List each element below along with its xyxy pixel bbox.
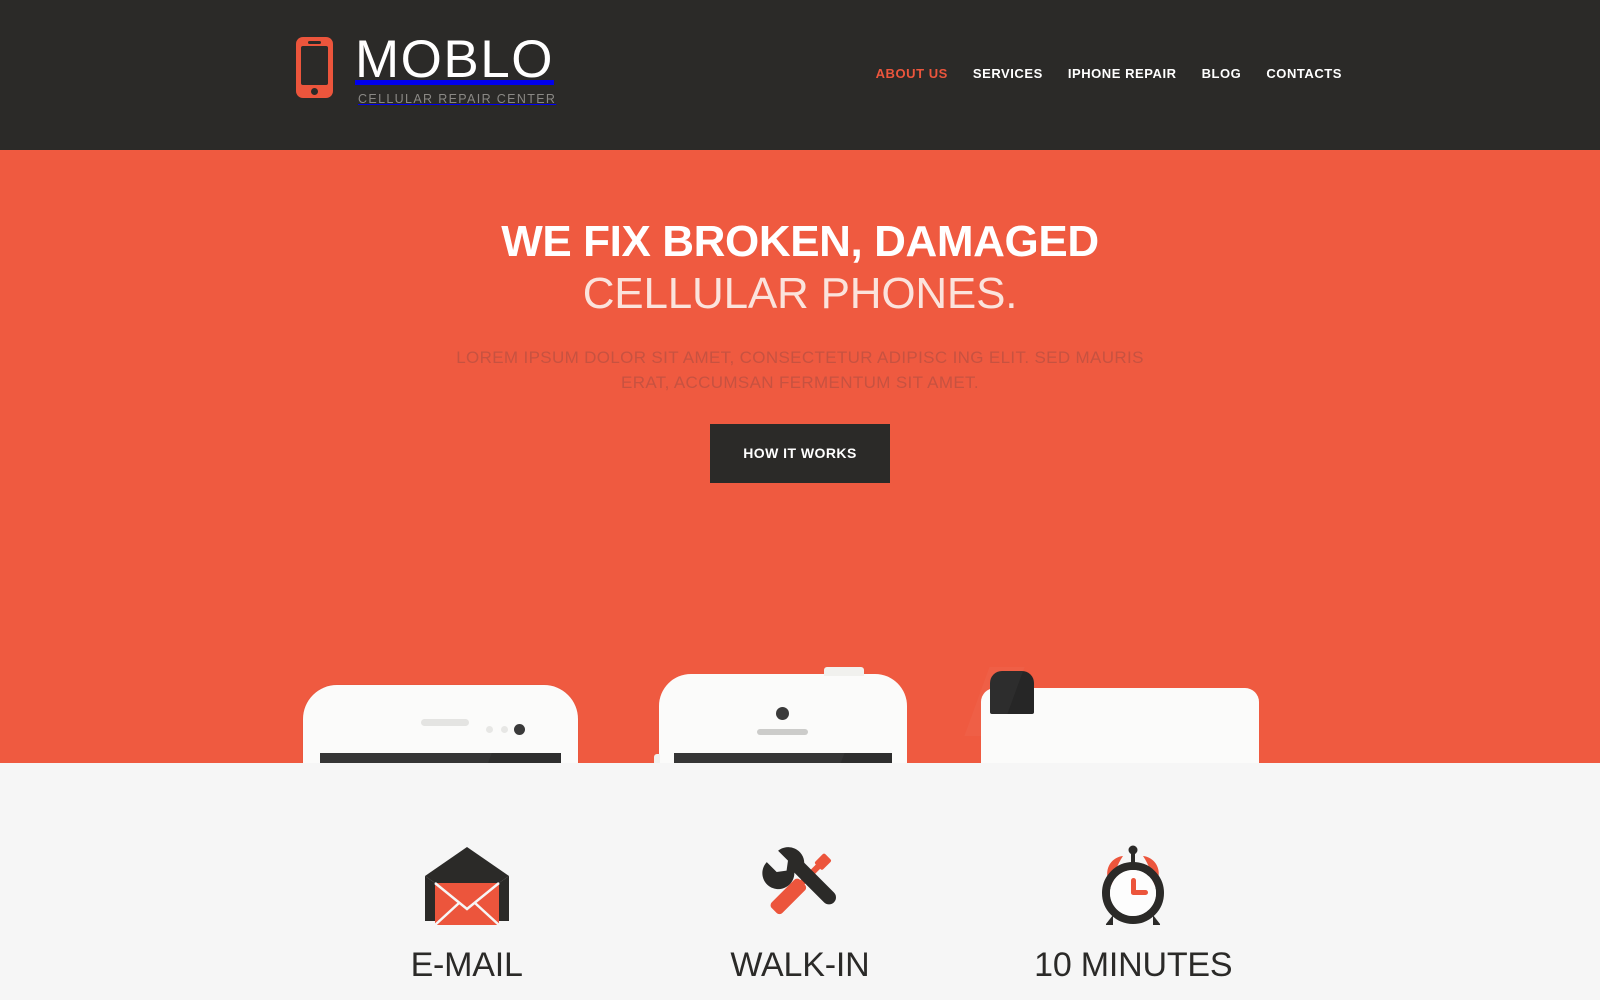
hero-section: WE FIX BROKEN, DAMAGED CELLULAR PHONES. …	[0, 150, 1600, 763]
feature-email-title: E-MAIL	[410, 946, 523, 984]
brand-tagline: CELLULAR REPAIR CENTER	[358, 92, 557, 106]
android-sensor-2	[501, 726, 508, 733]
hero-headline-line2: CELLULAR PHONES.	[582, 269, 1018, 318]
nav-item-contacts[interactable]: CONTACTS	[1266, 66, 1342, 81]
android-speaker	[421, 719, 469, 726]
feature-walk-in: WALK-IN	[633, 843, 966, 985]
brand-logo-link[interactable]: MOBLO CELLULAR REPAIR CENTER	[296, 31, 556, 106]
iphone-mute-switch	[654, 754, 660, 763]
features-section: E-MAIL WALK-IN 10 MINUTES	[0, 763, 1600, 1000]
feature-walk-in-title: WALK-IN	[730, 946, 870, 984]
hero-subtitle: LOREM IPSUM DOLOR SIT AMET, CONSECTETUR …	[0, 345, 1600, 395]
brand-name: MOBLO	[355, 30, 554, 89]
android-front-camera	[514, 724, 525, 735]
mobile-phone-icon	[296, 37, 333, 98]
nav-item-iphone-repair[interactable]: IPHONE REPAIR	[1068, 66, 1177, 81]
iphone-speaker	[757, 729, 808, 735]
feature-email: E-MAIL	[300, 843, 633, 985]
logo-home-button	[311, 88, 318, 95]
hero-headline: WE FIX BROKEN, DAMAGED CELLULAR PHONES.	[0, 150, 1600, 319]
feature-10-minutes-title: 10 MINUTES	[1034, 946, 1233, 984]
iphone-screen	[674, 753, 892, 763]
feature-10-minutes: 10 MINUTES	[967, 843, 1300, 985]
tablet-device	[981, 671, 1259, 763]
hero-subtitle-line2: ERAT, ACCUMSAN FERMENTUM SIT AMET.	[621, 373, 979, 392]
wrench-screwdriver-icon	[633, 843, 966, 925]
logo-screen	[301, 46, 328, 85]
hero-subtitle-line1: LOREM IPSUM DOLOR SIT AMET, CONSECTETUR …	[456, 348, 1144, 367]
how-it-works-button[interactable]: HOW IT WORKS	[710, 424, 890, 483]
iphone-device	[654, 667, 907, 763]
android-screen	[320, 753, 561, 763]
brand-text: MOBLO CELLULAR REPAIR CENTER	[355, 30, 557, 107]
iphone-power-button	[824, 667, 864, 676]
nav-item-about-us[interactable]: ABOUT US	[876, 66, 948, 81]
features-row: E-MAIL WALK-IN 10 MINUTES	[300, 763, 1300, 985]
envelope-icon	[300, 843, 633, 925]
tablet-bezel	[990, 671, 1034, 714]
android-phone-device	[303, 685, 578, 763]
hero-headline-line1: WE FIX BROKEN, DAMAGED	[501, 217, 1099, 266]
logo-speaker	[308, 41, 321, 44]
android-sensor-1	[486, 726, 493, 733]
nav-item-services[interactable]: SERVICES	[973, 66, 1043, 81]
hero-cta-wrapper: HOW IT WORKS	[0, 424, 1600, 483]
hero-device-illustration	[0, 518, 1600, 763]
alarm-clock-icon	[967, 843, 1300, 925]
site-header: MOBLO CELLULAR REPAIR CENTER ABOUT US SE…	[0, 0, 1600, 150]
main-navigation: ABOUT US SERVICES IPHONE REPAIR BLOG CON…	[876, 66, 1342, 81]
iphone-front-camera	[776, 707, 789, 720]
nav-item-blog[interactable]: BLOG	[1202, 66, 1242, 81]
header-container: MOBLO CELLULAR REPAIR CENTER ABOUT US SE…	[296, 0, 1341, 150]
